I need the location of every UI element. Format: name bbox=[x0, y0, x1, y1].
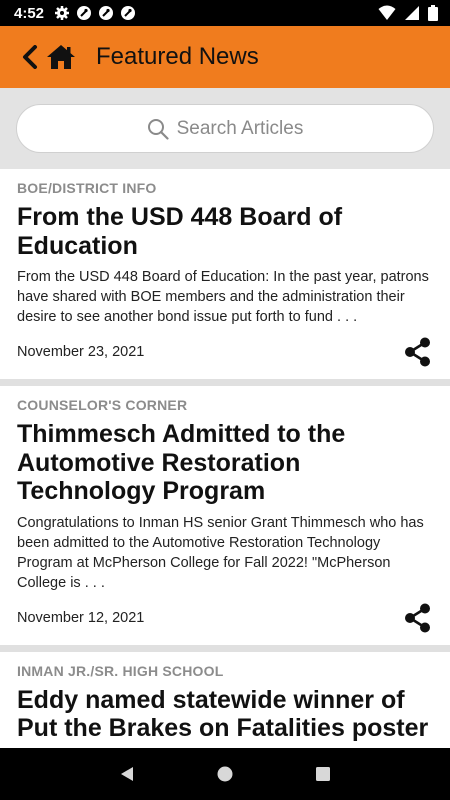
search-icon bbox=[147, 118, 169, 140]
article-category: BOE/DISTRICT INFO bbox=[17, 180, 157, 196]
app-notification-icon bbox=[77, 6, 92, 20]
status-bar: 4:52 bbox=[0, 0, 450, 26]
notification-icons bbox=[54, 5, 136, 21]
recents-square-icon[interactable] bbox=[314, 765, 332, 783]
article-headline[interactable]: Thimmesch Admitted to the Automotive Res… bbox=[17, 420, 434, 506]
article-category: COUNSELOR'S CORNER bbox=[17, 397, 188, 413]
article-summary: From the USD 448 Board of Education: In … bbox=[17, 269, 429, 325]
battery-icon bbox=[428, 5, 438, 21]
article-date: November 23, 2021 bbox=[17, 344, 145, 360]
back-triangle-icon[interactable] bbox=[118, 765, 136, 783]
app-bar: Featured News bbox=[0, 26, 450, 88]
share-icon[interactable] bbox=[403, 602, 433, 634]
page-title: Featured News bbox=[96, 43, 259, 70]
share-icon[interactable] bbox=[403, 336, 433, 368]
article-card[interactable]: BOE/DISTRICT INFO From the USD 448 Board… bbox=[0, 169, 450, 379]
article-summary: Congratulations to Inman HS senior Grant… bbox=[17, 514, 424, 591]
home-circle-icon[interactable] bbox=[216, 765, 234, 783]
article-list[interactable]: BOE/DISTRICT INFO From the USD 448 Board… bbox=[0, 169, 450, 748]
app-notification-icon bbox=[99, 6, 114, 20]
wifi-icon bbox=[378, 5, 396, 20]
status-time: 4:52 bbox=[14, 4, 45, 22]
search-placeholder: Search Articles bbox=[176, 117, 304, 139]
system-navigation-bar bbox=[0, 748, 450, 800]
signal-icon bbox=[405, 6, 419, 20]
article-category: INMAN JR./SR. HIGH SCHOOL bbox=[17, 662, 224, 679]
article-date: November 12, 2021 bbox=[17, 609, 145, 626]
chevron-left-icon[interactable] bbox=[22, 44, 40, 70]
search-bar-container: Search Articles bbox=[0, 88, 450, 169]
article-footer: November 12, 2021 bbox=[17, 601, 434, 635]
app-notification-icon bbox=[121, 6, 136, 20]
article-headline[interactable]: Eddy named statewide winner of Put the B… bbox=[17, 686, 434, 743]
article-card[interactable]: INMAN JR./SR. HIGH SCHOOL Eddy named sta… bbox=[0, 651, 450, 748]
article-card[interactable]: COUNSELOR'S CORNER Thimmesch Admitted to… bbox=[0, 386, 450, 645]
settings-icon bbox=[55, 6, 70, 20]
article-footer: November 23, 2021 bbox=[17, 335, 434, 369]
search-input[interactable]: Search Articles bbox=[16, 104, 434, 153]
home-icon[interactable] bbox=[46, 43, 76, 71]
article-headline[interactable]: From the USD 448 Board of Education bbox=[17, 203, 434, 260]
